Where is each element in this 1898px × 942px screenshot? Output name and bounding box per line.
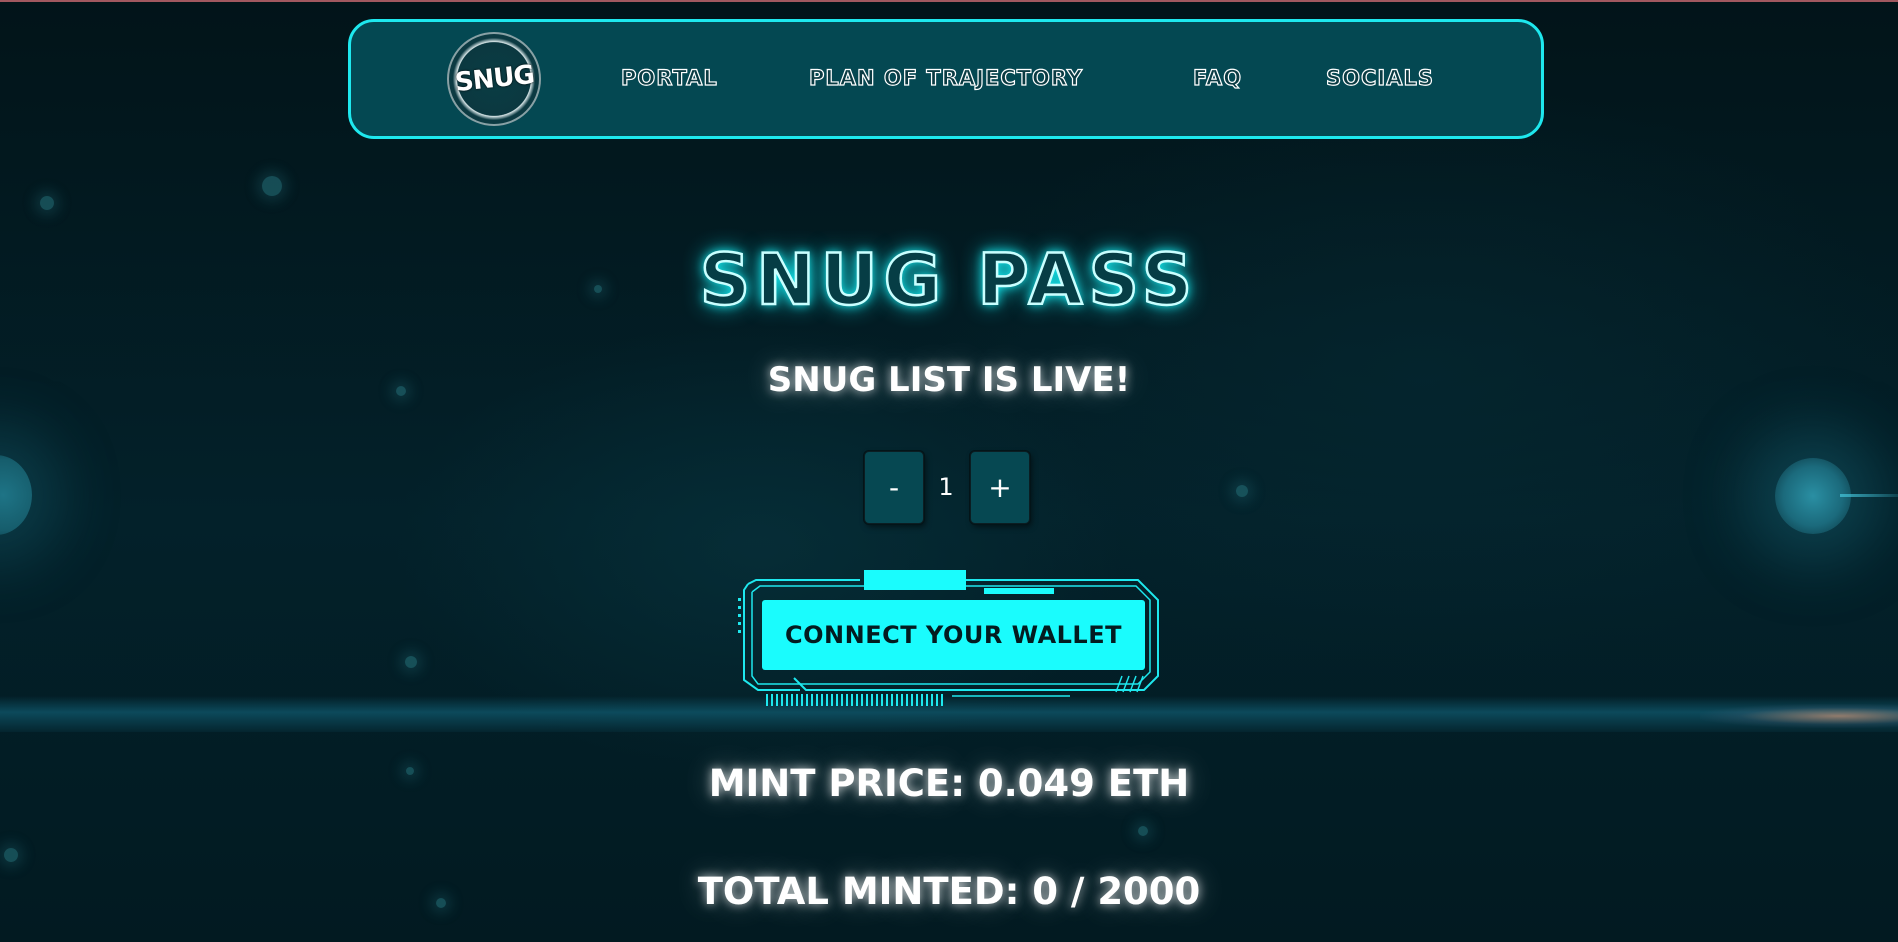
nav-link-faq[interactable]: FAQ [1192,65,1242,90]
star-particle [40,196,54,210]
nav-link-socials[interactable]: SOCIALS [1325,65,1434,90]
nav-link-plan-of-trajectory[interactable]: PLAN OF TRAJECTORY [808,65,1083,90]
status-subtitle: SNUG LIST IS LIVE! [767,360,1131,400]
star-particle [4,848,18,862]
total-minted-text: TOTAL MINTED: 0 / 2000 [697,870,1201,913]
decrement-button[interactable]: - [864,451,924,524]
nav-link-portal[interactable]: PORTAL [620,65,718,90]
quantity-value: 1 [938,473,954,501]
mint-price-text: MINT PRICE: 0.049 ETH [708,762,1190,805]
star-particle [1138,826,1148,836]
horizon-flare [1700,704,1898,728]
snug-logo-icon[interactable]: SNUG [447,32,541,126]
connect-wallet-button[interactable]: CONNECT YOUR WALLET [762,600,1145,670]
top-border-line [0,0,1898,2]
logo-text: SNUG [453,59,535,99]
planet-beam-decoration [1840,494,1898,497]
star-particle [262,176,282,196]
star-particle [405,656,417,668]
increment-button[interactable]: + [970,451,1030,524]
page-title: SNUG PASS [699,238,1199,323]
star-particle [1236,485,1248,497]
